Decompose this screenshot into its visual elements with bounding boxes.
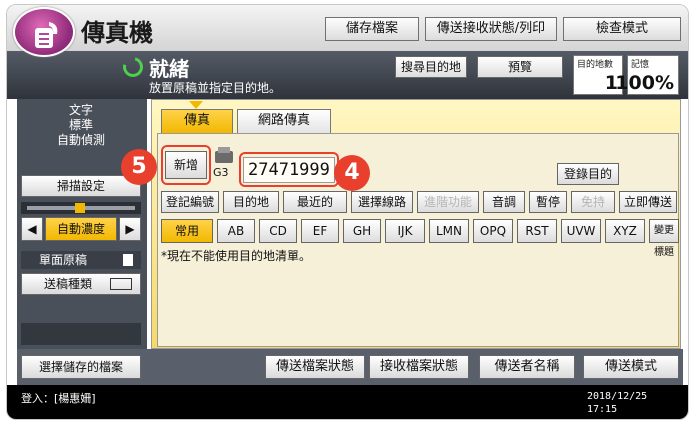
- check-mode-button[interactable]: 檢查模式: [563, 17, 681, 41]
- address-tab-frequent[interactable]: 常用: [161, 219, 213, 243]
- change-title-button[interactable]: 變更標題: [649, 219, 679, 258]
- address-tab-uvw[interactable]: UVW: [561, 219, 601, 243]
- send-type-icon: [110, 278, 132, 290]
- callout-step-5: 5: [121, 149, 157, 185]
- callout-step-4: 4: [334, 155, 370, 191]
- address-tab-ijk[interactable]: IJK: [385, 219, 425, 243]
- tone-button[interactable]: 音調: [483, 191, 525, 213]
- single-side-original-label: 單面原稿: [39, 253, 88, 267]
- pause-button[interactable]: 暫停: [529, 191, 567, 213]
- destination-list-notice: *現在不能使用目的地清單。: [161, 249, 312, 263]
- recent-button[interactable]: 最近的: [283, 191, 347, 213]
- ready-status-icon: [119, 53, 147, 81]
- send-type-label: 送稿種類: [44, 277, 93, 291]
- registration-number-button[interactable]: 登記編號: [161, 191, 219, 213]
- status-bar: 就緒 放置原稿並指定目的地。 搜尋目的地 預覽 目的地數 1 記憶 100%: [7, 51, 688, 99]
- register-destination-button[interactable]: 登錄目的: [557, 163, 619, 185]
- fax-app-icon: [13, 7, 75, 57]
- auto-density-button[interactable]: 自動濃度: [45, 217, 117, 241]
- scan-mode-summary: 文字 標準 自動偵測: [21, 103, 141, 163]
- scan-mode-line: 標準: [68, 118, 93, 132]
- search-destination-button[interactable]: 搜尋目的地: [395, 56, 467, 78]
- receive-file-status-button[interactable]: 接收檔案狀態: [369, 355, 469, 379]
- density-indicator: [21, 202, 141, 214]
- density-control: ◀ 自動濃度 ▶: [21, 217, 141, 241]
- send-receive-status-button[interactable]: 傳送接收狀態/列印: [425, 17, 557, 41]
- destination-counter-label: 目的地數: [577, 60, 614, 70]
- address-tab-cd[interactable]: CD: [259, 219, 297, 243]
- density-increase-button[interactable]: ▶: [119, 217, 141, 241]
- immediate-send-button[interactable]: 立即傳送: [619, 191, 677, 213]
- tab-fax[interactable]: 傳真: [161, 109, 233, 133]
- login-user: 登入：[楊惠姍]: [21, 392, 96, 405]
- memory-label: 記憶: [631, 60, 650, 70]
- fax-line-icon: [213, 147, 235, 163]
- address-tab-gh[interactable]: GH: [343, 219, 381, 243]
- scan-mode-line: 自動偵測: [56, 133, 105, 147]
- address-tab-opq[interactable]: OPQ: [473, 219, 513, 243]
- send-type-button[interactable]: 送稿種類: [21, 273, 141, 295]
- new-button-highlight: [161, 145, 211, 185]
- save-file-button[interactable]: 儲存檔案: [325, 17, 419, 41]
- left-panel-spacer: [21, 323, 141, 345]
- scan-settings-button[interactable]: 掃描設定: [21, 175, 141, 197]
- sender-name-button[interactable]: 傳送者名稱: [479, 355, 575, 379]
- preview-button[interactable]: 預覽: [477, 56, 563, 78]
- app-title: 傳真機: [81, 19, 153, 47]
- single-side-original[interactable]: 單面原稿: [21, 251, 141, 269]
- send-file-status-button[interactable]: 傳送檔案狀態: [265, 355, 365, 379]
- single-side-icon: [123, 254, 133, 266]
- fax-number-highlight: [239, 152, 339, 187]
- ready-status-title: 就緒: [149, 57, 189, 81]
- tab-selected-marker: [189, 101, 203, 109]
- advanced-features-button[interactable]: 進階功能: [417, 191, 479, 213]
- memory-indicator: 記憶 100%: [615, 55, 679, 95]
- ready-status-message: 放置原稿並指定目的地。: [149, 81, 282, 95]
- scan-mode-line: 文字: [68, 103, 93, 117]
- select-line-button[interactable]: 選擇線路: [351, 191, 413, 213]
- address-tab-ab[interactable]: AB: [217, 219, 255, 243]
- current-date: 2018/12/25: [587, 391, 648, 402]
- current-time: 17:15: [587, 404, 618, 415]
- select-stored-file-button[interactable]: 選擇儲存的檔案: [21, 355, 141, 379]
- fax-line-label: G3: [213, 166, 229, 179]
- address-tab-xyz[interactable]: XYZ: [605, 219, 645, 243]
- memory-value: 100%: [615, 72, 674, 94]
- tab-internet-fax[interactable]: 網路傳真: [237, 109, 331, 133]
- on-hook-button[interactable]: 免持: [571, 191, 615, 213]
- address-tab-lmn[interactable]: LMN: [429, 219, 469, 243]
- fax-screen: 傳真機 儲存檔案 傳送接收狀態/列印 檢查模式 就緒 放置原稿並指定目的地。 搜…: [6, 4, 689, 420]
- destination-button[interactable]: 目的地: [223, 191, 279, 213]
- date-time: 2018/12/25 17:15: [587, 390, 647, 416]
- address-tab-ef[interactable]: EF: [301, 219, 339, 243]
- send-mode-button[interactable]: 傳送模式: [583, 355, 679, 379]
- address-tab-rst[interactable]: RST: [517, 219, 557, 243]
- density-decrease-button[interactable]: ◀: [21, 217, 43, 241]
